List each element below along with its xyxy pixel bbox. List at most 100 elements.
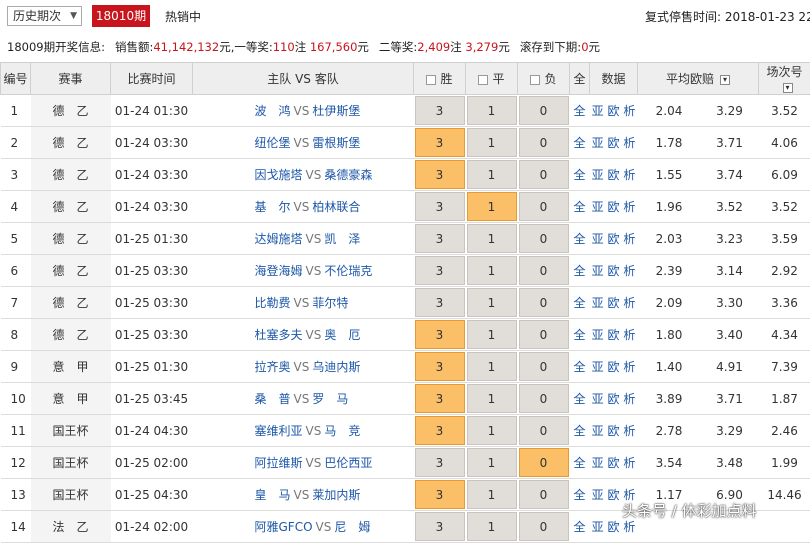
select-all-link[interactable]: 全 — [573, 168, 585, 182]
bet-draw-button[interactable]: 1 — [467, 192, 517, 221]
bet-draw-button[interactable]: 1 — [467, 480, 517, 509]
bet-win-button[interactable]: 3 — [415, 288, 465, 317]
euro-odds-link[interactable]: 欧 — [607, 328, 619, 342]
bet-win-button[interactable]: 3 — [415, 352, 465, 381]
bet-draw-button[interactable]: 1 — [467, 256, 517, 285]
bet-draw-button[interactable]: 1 — [467, 224, 517, 253]
bet-lose-button[interactable]: 0 — [519, 480, 569, 509]
euro-odds-link[interactable]: 欧 — [607, 456, 619, 470]
home-team[interactable]: 比勒费 — [255, 296, 291, 310]
select-all-link[interactable]: 全 — [573, 360, 585, 374]
asian-odds-link[interactable]: 亚 — [592, 296, 604, 310]
bet-draw-button[interactable]: 1 — [467, 416, 517, 445]
select-all-link[interactable]: 全 — [573, 520, 585, 534]
asian-odds-link[interactable]: 亚 — [592, 360, 604, 374]
away-team[interactable]: 奥 厄 — [324, 328, 360, 342]
select-all-link[interactable]: 全 — [573, 488, 585, 502]
asian-odds-link[interactable]: 亚 — [592, 328, 604, 342]
bet-lose-button[interactable]: 0 — [519, 96, 569, 125]
analysis-link[interactable]: 析 — [623, 264, 635, 278]
home-team[interactable]: 拉齐奥 — [255, 360, 291, 374]
bet-win-button[interactable]: 3 — [415, 224, 465, 253]
euro-odds-link[interactable]: 欧 — [607, 392, 619, 406]
bet-win-button[interactable]: 3 — [415, 480, 465, 509]
asian-odds-link[interactable]: 亚 — [592, 424, 604, 438]
bet-lose-button[interactable]: 0 — [519, 256, 569, 285]
bet-draw-button[interactable]: 1 — [467, 288, 517, 317]
bet-lose-button[interactable]: 0 — [519, 224, 569, 253]
bet-draw-button[interactable]: 1 — [467, 320, 517, 349]
euro-odds-link[interactable]: 欧 — [607, 232, 619, 246]
home-team[interactable]: 阿雅GFCO — [255, 520, 313, 534]
euro-odds-link[interactable]: 欧 — [607, 424, 619, 438]
home-team[interactable]: 基 尔 — [255, 200, 291, 214]
col-avg-odds[interactable]: 平均欧赔▾ — [638, 63, 759, 95]
bet-draw-button[interactable]: 1 — [467, 96, 517, 125]
bet-lose-button[interactable]: 0 — [519, 320, 569, 349]
bet-lose-button[interactable]: 0 — [519, 384, 569, 413]
analysis-link[interactable]: 析 — [623, 456, 635, 470]
analysis-link[interactable]: 析 — [623, 104, 635, 118]
bet-lose-button[interactable]: 0 — [519, 512, 569, 541]
analysis-link[interactable]: 析 — [623, 520, 635, 534]
sort-icon[interactable]: ▾ — [783, 83, 793, 93]
sort-icon[interactable]: ▾ — [720, 75, 730, 85]
bet-win-button[interactable]: 3 — [415, 160, 465, 189]
col-draw[interactable]: 平 — [466, 63, 518, 95]
euro-odds-link[interactable]: 欧 — [607, 168, 619, 182]
bet-draw-button[interactable]: 1 — [467, 384, 517, 413]
home-team[interactable]: 塞维利亚 — [255, 424, 303, 438]
col-match-no[interactable]: 场次号▾ — [759, 63, 810, 95]
asian-odds-link[interactable]: 亚 — [592, 264, 604, 278]
bet-win-button[interactable]: 3 — [415, 384, 465, 413]
home-team[interactable]: 阿拉维斯 — [255, 456, 303, 470]
analysis-link[interactable]: 析 — [623, 232, 635, 246]
home-team[interactable]: 海登海姆 — [255, 264, 303, 278]
bet-draw-button[interactable]: 1 — [467, 448, 517, 477]
away-team[interactable]: 马 竞 — [324, 424, 360, 438]
away-team[interactable]: 乌迪内斯 — [312, 360, 360, 374]
home-team[interactable]: 纽伦堡 — [255, 136, 291, 150]
away-team[interactable]: 尼 姆 — [334, 520, 370, 534]
euro-odds-link[interactable]: 欧 — [607, 360, 619, 374]
bet-draw-button[interactable]: 1 — [467, 160, 517, 189]
away-team[interactable]: 巴伦西亚 — [324, 456, 372, 470]
euro-odds-link[interactable]: 欧 — [607, 104, 619, 118]
home-team[interactable]: 波 鸿 — [255, 104, 291, 118]
select-all-link[interactable]: 全 — [573, 232, 585, 246]
col-win[interactable]: 胜 — [414, 63, 466, 95]
bet-win-button[interactable]: 3 — [415, 320, 465, 349]
bet-draw-button[interactable]: 1 — [467, 352, 517, 381]
bet-win-button[interactable]: 3 — [415, 256, 465, 285]
select-all-win-checkbox[interactable] — [426, 75, 436, 85]
bet-draw-button[interactable]: 1 — [467, 512, 517, 541]
asian-odds-link[interactable]: 亚 — [592, 232, 604, 246]
select-all-link[interactable]: 全 — [573, 104, 585, 118]
analysis-link[interactable]: 析 — [623, 328, 635, 342]
away-team[interactable]: 菲尔特 — [312, 296, 348, 310]
away-team[interactable]: 桑德豪森 — [324, 168, 372, 182]
away-team[interactable]: 柏林联合 — [312, 200, 360, 214]
analysis-link[interactable]: 析 — [623, 200, 635, 214]
history-period-select[interactable]: 历史期次 ▼ — [7, 6, 82, 26]
select-all-link[interactable]: 全 — [573, 456, 585, 470]
home-team[interactable]: 因戈施塔 — [255, 168, 303, 182]
bet-win-button[interactable]: 3 — [415, 512, 465, 541]
select-all-lose-checkbox[interactable] — [530, 75, 540, 85]
bet-lose-button[interactable]: 0 — [519, 288, 569, 317]
away-team[interactable]: 罗 马 — [312, 392, 348, 406]
away-team[interactable]: 不伦瑞克 — [324, 264, 372, 278]
bet-win-button[interactable]: 3 — [415, 96, 465, 125]
home-team[interactable]: 达姆施塔 — [255, 232, 303, 246]
asian-odds-link[interactable]: 亚 — [592, 456, 604, 470]
bet-win-button[interactable]: 3 — [415, 128, 465, 157]
analysis-link[interactable]: 析 — [623, 392, 635, 406]
bet-lose-button[interactable]: 0 — [519, 192, 569, 221]
analysis-link[interactable]: 析 — [623, 424, 635, 438]
euro-odds-link[interactable]: 欧 — [607, 136, 619, 150]
select-all-draw-checkbox[interactable] — [478, 75, 488, 85]
col-lose[interactable]: 负 — [518, 63, 570, 95]
away-team[interactable]: 杜伊斯堡 — [312, 104, 360, 118]
select-all-link[interactable]: 全 — [573, 296, 585, 310]
select-all-link[interactable]: 全 — [573, 328, 585, 342]
